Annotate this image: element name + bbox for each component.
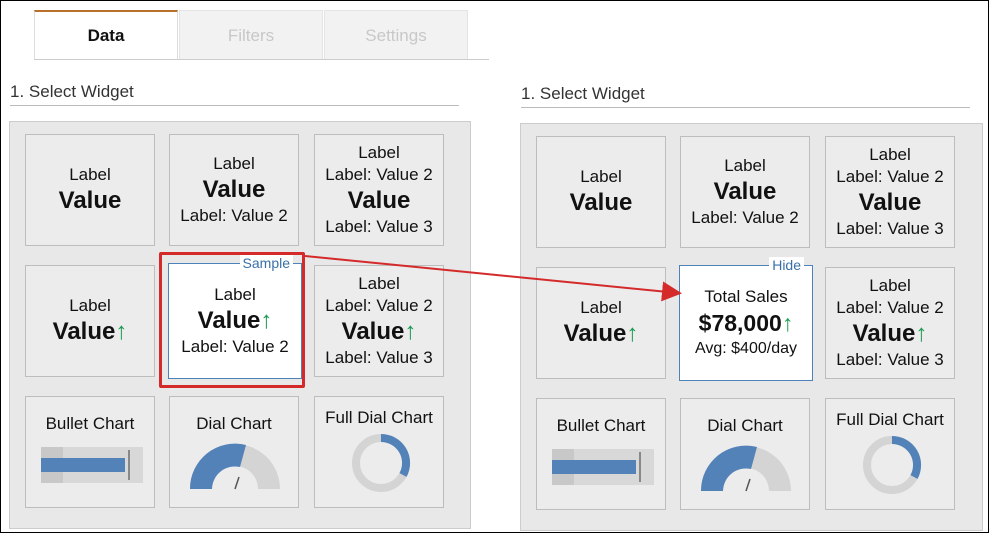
callout-arrow — [304, 255, 682, 302]
